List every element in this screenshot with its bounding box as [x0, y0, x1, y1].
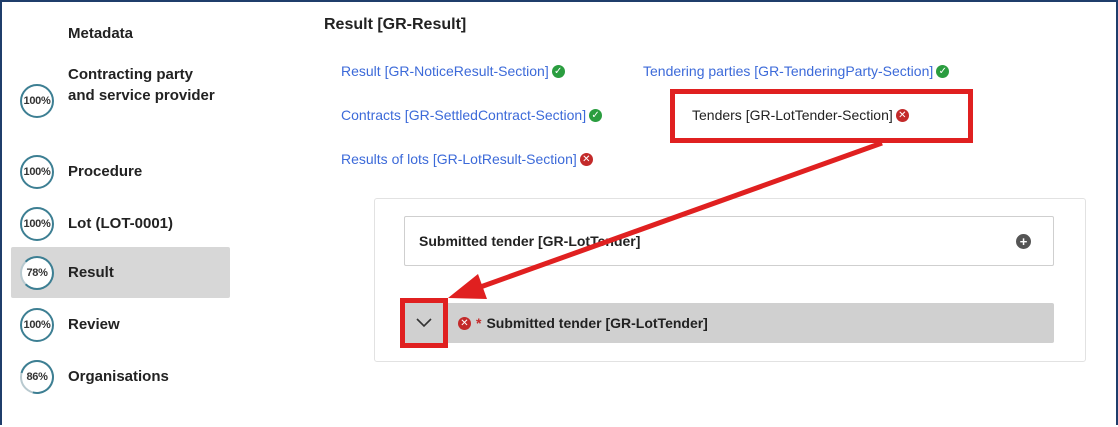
submitted-tender-card: Submitted tender [GR-LotTender] +	[404, 216, 1054, 266]
collapsible-label: Submitted tender [GR-LotTender]	[486, 315, 708, 331]
section-link-result[interactable]: Result [GR-NoticeResult-Section] ✓	[341, 63, 565, 79]
submitted-tender-collapsible[interactable]: ✕ * Submitted tender [GR-LotTender]	[404, 303, 1054, 343]
error-circle-icon: ✕	[458, 316, 471, 330]
plus-circle-icon[interactable]: +	[1016, 234, 1031, 249]
sidebar-item-label: Review	[68, 316, 120, 333]
section-link-label: Contracts [GR-SettledContract-Section]	[341, 107, 587, 123]
sidebar-item-result[interactable]: 78% Result	[11, 247, 230, 298]
section-link-results-of-lots[interactable]: Results of lots [GR-LotResult-Section] ✕	[341, 151, 593, 167]
section-link-label: Tendering parties [GR-TenderingParty-Sec…	[643, 63, 934, 79]
sidebar-item-contracting-party[interactable]: 100% Contracting party and service provi…	[11, 58, 230, 138]
progress-indicator: 100%	[20, 155, 54, 189]
sidebar-item-lot[interactable]: 100% Lot (LOT-0001)	[11, 204, 230, 244]
section-link-tendering-parties[interactable]: Tendering parties [GR-TenderingParty-Sec…	[643, 63, 950, 79]
error-circle-icon: ✕	[579, 152, 593, 166]
sidebar-item-organisations[interactable]: 86% Organisations	[11, 357, 230, 397]
sidebar-item-label: Contracting party and service provider	[68, 66, 215, 104]
sidebar-item-label: Metadata	[68, 25, 134, 42]
progress-indicator: 100%	[20, 308, 54, 342]
sidebar-item-label: Procedure	[68, 163, 143, 180]
annotation-highlight	[670, 89, 973, 143]
sidebar-item-metadata[interactable]: Metadata	[11, 18, 230, 48]
check-circle-icon: ✓	[936, 64, 950, 78]
sidebar-item-label: Lot (LOT-0001)	[68, 215, 174, 232]
section-link-label: Results of lots [GR-LotResult-Section]	[341, 151, 577, 167]
check-circle-icon: ✓	[589, 108, 603, 122]
required-marker: *	[476, 315, 482, 331]
page-title: Result [GR-Result]	[324, 16, 467, 33]
section-link-contracts[interactable]: Contracts [GR-SettledContract-Section] ✓	[341, 107, 603, 123]
sidebar-item-procedure[interactable]: 100% Procedure	[11, 152, 230, 192]
progress-indicator: 100%	[20, 207, 54, 241]
progress-indicator: 78%	[20, 256, 54, 290]
sidebar-item-review[interactable]: 100% Review	[11, 305, 230, 345]
check-circle-icon: ✓	[551, 64, 565, 78]
section-link-label: Result [GR-NoticeResult-Section]	[341, 63, 549, 79]
annotation-highlight	[400, 298, 448, 348]
card-label: Submitted tender [GR-LotTender]	[419, 233, 641, 249]
sidebar: Metadata 100% Contracting party and serv…	[11, 0, 231, 427]
progress-indicator: 100%	[20, 84, 54, 118]
sidebar-item-label: Organisations	[68, 368, 169, 385]
collapsible-header: ✕ * Submitted tender [GR-LotTender]	[458, 315, 708, 331]
progress-indicator: 86%	[20, 360, 54, 394]
sidebar-item-label: Result	[68, 264, 114, 281]
